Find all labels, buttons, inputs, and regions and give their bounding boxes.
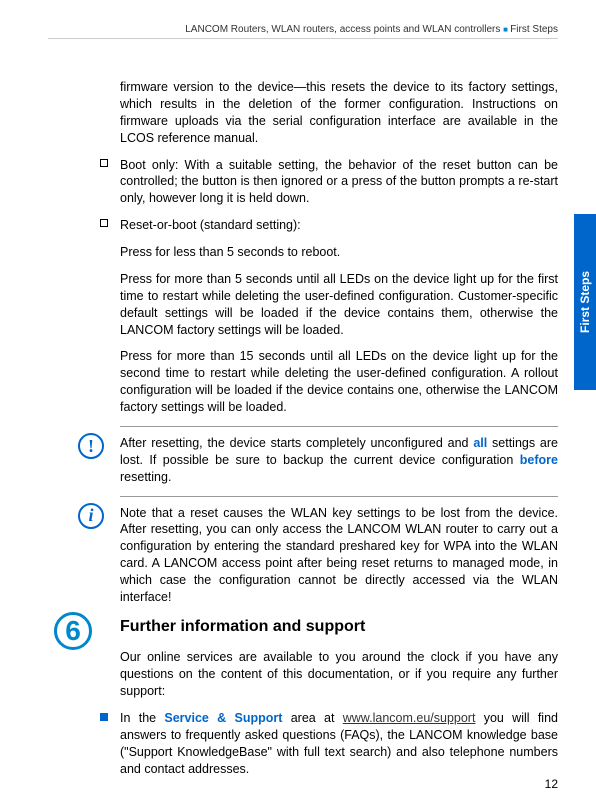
chapter-side-tab: First Steps — [574, 214, 596, 390]
warning-icon: ! — [78, 433, 104, 459]
support-link[interactable]: www.lancom.eu/support — [343, 711, 476, 725]
bullet-marker-icon — [100, 219, 108, 227]
square-bullet-icon — [100, 713, 108, 721]
sub-paragraph: Press for more than 15 seconds until all… — [120, 348, 558, 416]
info-icon: i — [78, 503, 104, 529]
support-item-text: In the Service & Support area at www.lan… — [120, 711, 558, 776]
info-text: Note that a reset causes the WLAN key se… — [120, 505, 558, 606]
warning-text: After resetting, the device starts compl… — [120, 435, 558, 486]
page-number: 12 — [545, 777, 558, 791]
support-intro: Our online services are available to you… — [120, 649, 558, 700]
sub-paragraph: Press for more than 5 seconds until all … — [120, 271, 558, 339]
section-number-badge: 6 — [54, 612, 92, 650]
list-item: Boot only: With a suitable setting, the … — [120, 157, 558, 208]
header-text-left: LANCOM Routers, WLAN routers, access poi… — [185, 24, 500, 35]
bullet-text: Reset-or-boot (standard setting): — [120, 218, 301, 232]
bullet-marker-icon — [100, 159, 108, 167]
bullet-text: Boot only: With a suitable setting, the … — [120, 158, 558, 206]
list-item: In the Service & Support area at www.lan… — [120, 710, 558, 778]
warning-note: ! After resetting, the device starts com… — [120, 426, 558, 486]
header-text-right: First Steps — [510, 24, 558, 35]
section-title: Further information and support — [120, 618, 365, 635]
list-item: Reset-or-boot (standard setting): — [120, 217, 558, 234]
page-header: LANCOM Routers, WLAN routers, access poi… — [48, 24, 558, 39]
service-support-label: Service & Support — [164, 711, 282, 725]
section-heading: 6 Further information and support — [120, 616, 558, 638]
page-content: firmware version to the device—this rese… — [120, 79, 558, 777]
emphasis: all — [473, 436, 487, 450]
info-note: i Note that a reset causes the WLAN key … — [120, 496, 558, 606]
intro-paragraph: firmware version to the device—this rese… — [120, 79, 558, 147]
emphasis: before — [520, 453, 558, 467]
side-tab-label: First Steps — [578, 271, 592, 333]
sub-paragraph: Press for less than 5 seconds to reboot. — [120, 244, 558, 261]
